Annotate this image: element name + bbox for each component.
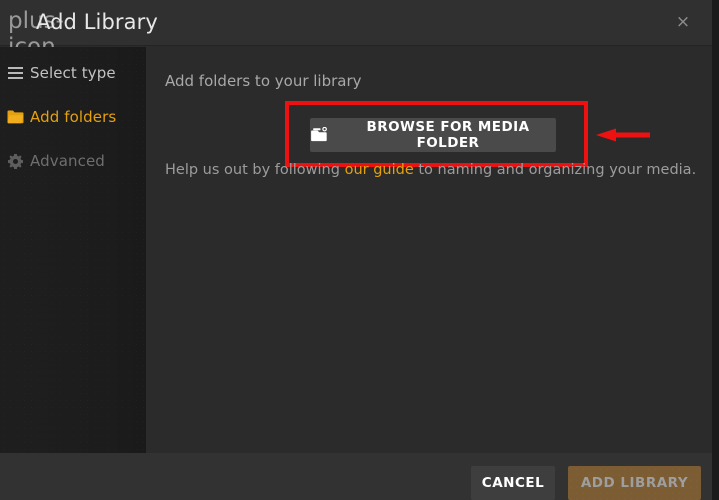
our-guide-link[interactable]: our guide xyxy=(345,162,414,178)
sidebar-item-advanced: Advanced xyxy=(0,147,146,175)
sidebar-item-select-type[interactable]: Select type xyxy=(0,59,146,87)
helper-prefix: Help us out by following xyxy=(165,162,345,178)
main-heading: Add folders to your library xyxy=(165,72,362,90)
browse-button-label: BROWSE FOR MEDIA FOLDER xyxy=(366,119,530,151)
sidebar-item-label: Select type xyxy=(30,64,116,82)
arrow-annotation xyxy=(596,126,650,144)
add-library-button[interactable]: ADD LIBRARY xyxy=(568,466,701,500)
sidebar-item-label: Advanced xyxy=(30,152,105,170)
main-panel: Add folders to your library BROWSE FOR M… xyxy=(146,47,712,453)
dialog-footer: CANCEL ADD LIBRARY xyxy=(0,453,712,500)
page-title: Add Library xyxy=(36,10,158,34)
sidebar-item-add-folders[interactable]: Add folders xyxy=(0,103,146,131)
close-icon[interactable]: × xyxy=(668,7,698,37)
media-folder-icon xyxy=(310,127,329,143)
browse-for-media-folder-button[interactable]: BROWSE FOR MEDIA FOLDER xyxy=(310,118,556,152)
window-edge-strip xyxy=(712,0,719,500)
helper-text: Help us out by following our guide to na… xyxy=(165,162,696,178)
title-bar: plus-icon Add Library × xyxy=(0,0,712,60)
plus-icon: plus-icon xyxy=(8,8,64,60)
sidebar: Select type Add folders Advanced xyxy=(0,47,146,453)
footer-button-group: CANCEL ADD LIBRARY xyxy=(471,466,701,500)
list-icon xyxy=(0,67,30,79)
add-library-dialog: plus-icon Add Library × Select type Add … xyxy=(0,0,719,500)
helper-suffix: to naming and organizing your media. xyxy=(413,162,697,178)
gear-icon xyxy=(0,153,30,169)
folder-icon xyxy=(0,110,30,124)
cancel-button[interactable]: CANCEL xyxy=(471,466,555,500)
sidebar-item-label: Add folders xyxy=(30,108,117,126)
